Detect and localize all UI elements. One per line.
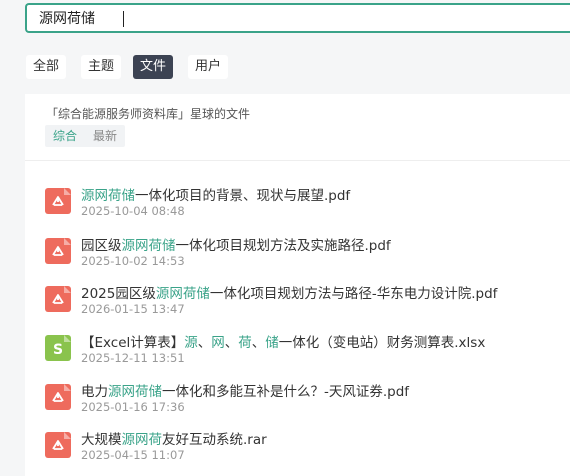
file-name[interactable]: 大规模源网荷友好互动系统.rar	[81, 428, 267, 448]
tab-topics[interactable]: 主题	[81, 55, 122, 79]
file-name[interactable]: 源网荷储一体化项目的背景、现状与展望.pdf	[81, 184, 350, 204]
file-list-item[interactable]: 大规模源网荷友好互动系统.rar 2025-04-15 11:07	[45, 428, 565, 468]
file-name-text: 一体化和多能互补是什么？-天风证券.pdf	[162, 384, 410, 400]
highlight-match: 源网荷储	[81, 188, 135, 204]
search-box[interactable]	[25, 3, 570, 33]
file-name-text: 一体化（变电站）财务测算表.xlsx	[278, 335, 486, 351]
sort-tabs: 综合 最新	[45, 125, 126, 147]
highlight-match: 储	[265, 335, 279, 351]
search-input[interactable]	[27, 5, 570, 31]
file-name-text: 、	[224, 335, 239, 351]
file-list-item[interactable]: S 【Excel计算表】源、网、荷、储一体化（变电站）财务测算表.xlsx 2025…	[45, 331, 565, 371]
file-name-text: 友好互动系统.rar	[162, 432, 267, 448]
file-name-text: 【Excel计算表】	[81, 335, 185, 351]
scope-title: 「综合能源服务师资料库」星球的文件	[46, 107, 251, 121]
file-results-panel: 「综合能源服务师资料库」星球的文件 综合 最新 源网荷储一体化项目的背景、现状与…	[25, 94, 570, 476]
file-name[interactable]: 【Excel计算表】源、网、荷、储一体化（变电站）财务测算表.xlsx	[81, 331, 485, 351]
divider	[25, 160, 570, 161]
result-type-tabs: 全部 主题 文件 用户	[0, 44, 570, 90]
file-list-item[interactable]: 园区级源网荷储一体化项目规划方法及实施路径.pdf 2025-10-02 14:5…	[45, 234, 565, 274]
file-name-text: 一体化项目的背景、现状与展望.pdf	[135, 188, 351, 204]
highlight-match: 网	[211, 335, 225, 351]
highlight-match: 源网荷储	[155, 286, 210, 302]
pdf-file-icon	[45, 384, 71, 410]
file-name-text: 、	[197, 335, 212, 351]
tab-files[interactable]: 文件	[133, 55, 174, 79]
top-search-bar	[0, 0, 570, 44]
file-name[interactable]: 电力源网荷储一体化和多能互补是什么？-天风证券.pdf	[81, 380, 409, 400]
file-list-item[interactable]: 电力源网荷储一体化和多能互补是什么？-天风证券.pdf 2025-01-16 17…	[45, 380, 565, 420]
file-name[interactable]: 园区级源网荷储一体化项目规划方法及实施路径.pdf	[81, 234, 391, 254]
tab-all[interactable]: 全部	[26, 55, 67, 79]
file-name-text: 大规模	[81, 432, 122, 448]
sort-tab-comprehensive[interactable]: 综合	[45, 125, 85, 147]
highlight-match: 源网荷	[121, 432, 163, 448]
file-name[interactable]: 2025园区级源网荷储一体化项目规划方法与路径-华东电力设计院.pdf	[81, 282, 497, 302]
file-name-text: 一体化项目规划方法及实施路径.pdf	[175, 238, 391, 254]
file-timestamp: 2025-10-02 14:53	[81, 254, 185, 268]
spreadsheet-file-icon: S	[45, 335, 71, 361]
file-list-item[interactable]: 2025园区级源网荷储一体化项目规划方法与路径-华东电力设计院.pdf 2026-…	[45, 282, 565, 322]
pdf-file-icon	[45, 432, 71, 458]
sort-tab-latest[interactable]: 最新	[85, 125, 125, 147]
pdf-file-icon	[45, 286, 71, 312]
file-timestamp: 2025-12-11 13:51	[81, 351, 185, 365]
file-name-text: 园区级	[81, 238, 122, 254]
file-name-text: 、	[251, 335, 266, 351]
file-list-item[interactable]: 源网荷储一体化项目的背景、现状与展望.pdf 2025-10-04 08:48	[45, 184, 565, 224]
file-name-text: 2025园区级	[81, 286, 156, 302]
text-caret	[123, 11, 124, 27]
file-timestamp: 2025-10-04 08:48	[81, 204, 185, 218]
file-timestamp: 2025-04-15 11:07	[81, 448, 185, 462]
pdf-file-icon	[45, 238, 71, 264]
svg-text:S: S	[53, 342, 63, 358]
highlight-match: 源网荷储	[121, 238, 176, 254]
file-name-text: 一体化项目规划方法与路径-华东电力设计院.pdf	[209, 286, 498, 302]
pdf-file-icon	[45, 188, 71, 214]
highlight-match: 源网荷储	[108, 384, 162, 400]
highlight-match: 荷	[238, 335, 252, 351]
file-name-text: 电力	[81, 384, 108, 400]
file-timestamp: 2026-01-15 13:47	[81, 302, 185, 316]
tab-users[interactable]: 用户	[188, 55, 229, 79]
highlight-match: 源	[184, 335, 198, 351]
file-timestamp: 2025-01-16 17:36	[81, 400, 185, 414]
